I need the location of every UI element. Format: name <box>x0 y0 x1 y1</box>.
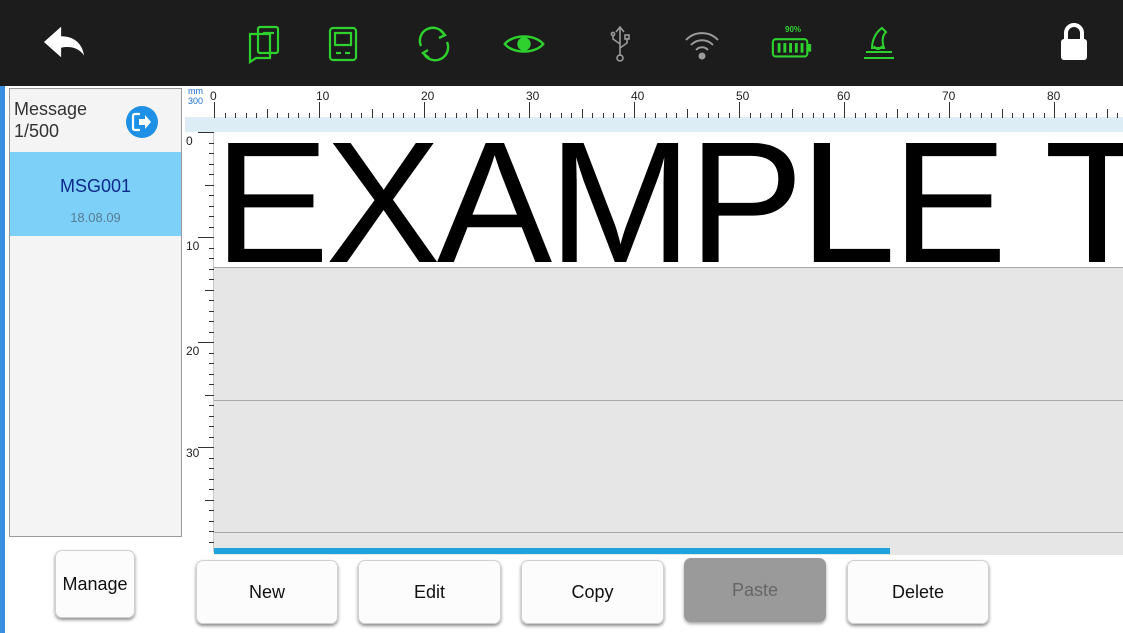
back-arrow-icon[interactable] <box>42 20 86 64</box>
paste-button[interactable]: Paste <box>684 558 826 622</box>
top-tick-label: 10 <box>316 89 330 103</box>
left-tick-label: 30 <box>186 446 200 460</box>
empty-area <box>214 268 1123 555</box>
exit-icon <box>131 112 151 132</box>
top-tick-label: 20 <box>421 89 435 103</box>
top-tick-label: 70 <box>942 89 956 103</box>
message-date: 18.08.09 <box>70 210 121 225</box>
exit-button[interactable] <box>126 106 158 138</box>
ruler-resolution: 300 <box>188 96 204 106</box>
message-count: 1/500 <box>14 121 60 141</box>
ruler-unit: mm <box>188 86 203 96</box>
sync-icon[interactable] <box>412 22 456 66</box>
documents-icon[interactable] <box>242 22 286 66</box>
top-tick-label: 80 <box>1047 89 1061 103</box>
progress-bar <box>214 548 890 554</box>
left-tick-label: 0 <box>186 134 193 148</box>
list-item-msg001[interactable]: MSG001 18.08.09 <box>10 152 181 236</box>
top-toolbar <box>0 0 1123 86</box>
manage-button[interactable]: Manage <box>55 550 135 618</box>
message-text: EXAMPLE T <box>214 132 1123 268</box>
copy-button[interactable]: Copy <box>521 560 664 624</box>
left-ruler-ticks <box>198 132 214 543</box>
top-tick-label: 0 <box>210 89 217 103</box>
left-tick-label: 20 <box>186 344 200 358</box>
top-tick-label: 40 <box>631 89 645 103</box>
lock-icon[interactable] <box>1052 20 1096 64</box>
top-ruler-band <box>185 117 1123 132</box>
top-tick-label: 60 <box>837 89 851 103</box>
sidebar-title: Message <box>14 99 88 119</box>
top-tick-label: 30 <box>526 89 540 103</box>
eye-icon[interactable] <box>502 22 546 66</box>
divider-line <box>214 532 1123 533</box>
top-tick-label: 50 <box>736 89 750 103</box>
message-name: MSG001 <box>59 176 132 196</box>
printer-head-icon[interactable] <box>321 22 365 66</box>
divider-line <box>214 400 1123 401</box>
top-ruler-ticks <box>214 102 1118 118</box>
delete-button[interactable]: Delete <box>847 560 989 624</box>
left-tick-label: 10 <box>186 239 200 253</box>
new-button[interactable]: New <box>196 560 338 624</box>
ink-pour-icon[interactable] <box>856 22 900 66</box>
divider-line <box>214 267 1123 268</box>
left-accent-strip <box>0 86 5 633</box>
usb-icon <box>598 22 642 66</box>
battery-percent: 90% <box>785 25 802 34</box>
edit-button[interactable]: Edit <box>358 560 501 624</box>
wifi-icon <box>680 22 724 66</box>
message-preview[interactable]: EXAMPLE T <box>214 132 1123 268</box>
